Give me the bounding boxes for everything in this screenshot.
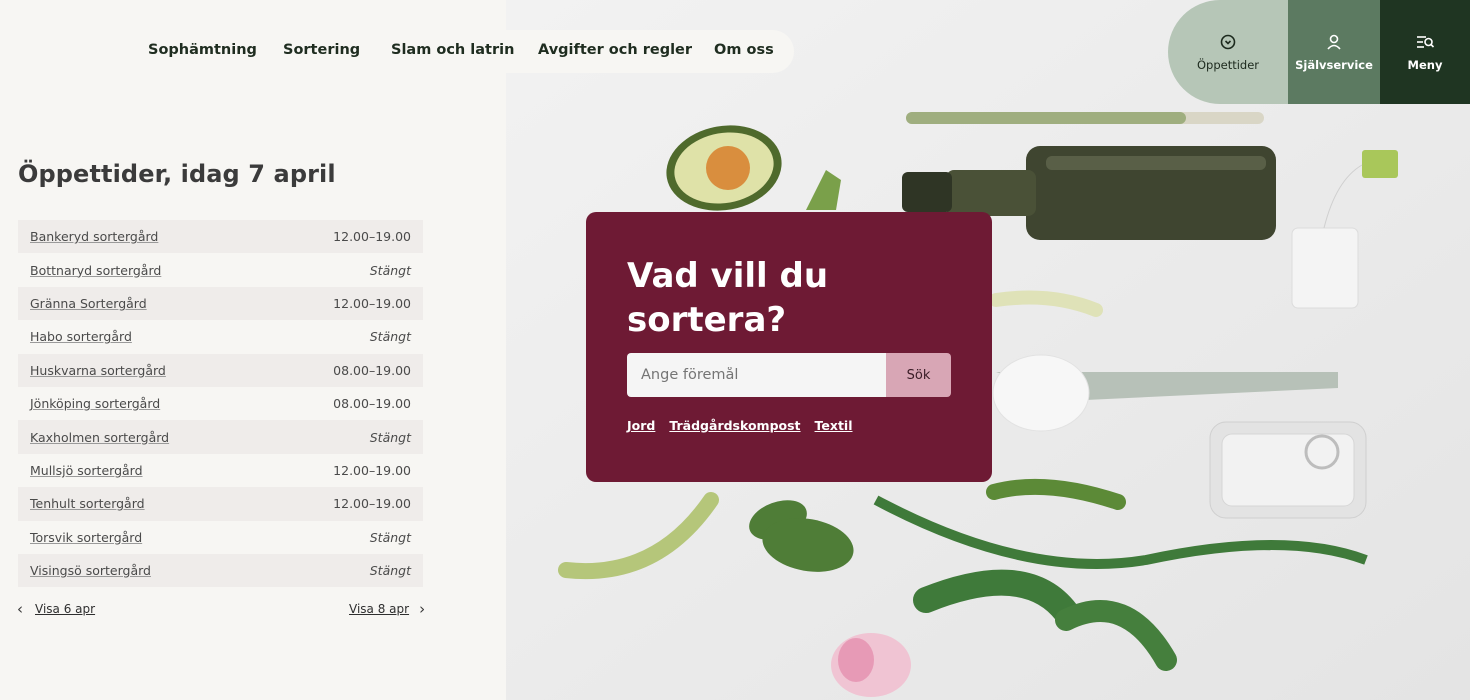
nav-sortering[interactable]: Sortering [283, 42, 360, 58]
previous-day-label: Visa 6 apr [35, 602, 96, 616]
hours-row: Torsvik sortergård Stängt [18, 521, 423, 554]
search-button[interactable]: Sök [886, 353, 951, 397]
opening-hours-button[interactable]: Öppettider [1168, 0, 1288, 104]
site-link[interactable]: Visingsö sortergård [30, 563, 151, 578]
previous-day-link[interactable]: ‹ Visa 6 apr [17, 600, 95, 618]
site-link[interactable]: Kaxholmen sortergård [30, 430, 169, 445]
site-link[interactable]: Habo sortergård [30, 329, 132, 344]
hours-row: Huskvarna sortergård 08.00–19.00 [18, 353, 423, 387]
menu-label: Meny [1407, 58, 1443, 72]
hours-row: Gränna Sortergård 12.00–19.00 [18, 286, 423, 321]
hours-time: 12.00–19.00 [333, 462, 411, 478]
quick-link-tradgardskompost[interactable]: Trädgårdskompost [669, 418, 800, 433]
chevron-right-icon: › [419, 600, 426, 618]
quick-link-jord[interactable]: Jord [627, 418, 655, 433]
nav-sophamtning[interactable]: Sophämtning [148, 42, 257, 58]
site-link[interactable]: Bottnaryd sortergård [30, 263, 161, 278]
site-link[interactable]: Bankeryd sortergård [30, 229, 158, 244]
main-nav: Sophämtning Sortering Slam och latrin Av… [128, 30, 794, 73]
site-link[interactable]: Jönköping sortergård [30, 396, 160, 411]
person-icon [1327, 34, 1341, 50]
sorting-search-card: Vad vill du sortera? Sök Jord Trädgårdsk… [586, 212, 992, 482]
site-link[interactable]: Torsvik sortergård [30, 530, 142, 545]
hours-time: 08.00–19.00 [333, 362, 411, 378]
opening-hours-label: Öppettider [1196, 58, 1260, 72]
hours-row: Tenhult sortergård 12.00–19.00 [18, 487, 423, 521]
hours-time: Stängt [369, 329, 411, 345]
menu-button[interactable]: Meny [1380, 0, 1470, 104]
hours-row: Bottnaryd sortergård Stängt [18, 253, 423, 286]
hours-row: Visingsö sortergård Stängt [18, 553, 423, 588]
nav-avgifter-och-regler[interactable]: Avgifter och regler [538, 42, 692, 58]
self-service-button[interactable]: Självservice [1288, 0, 1380, 104]
search-heading: Vad vill du sortera? [627, 256, 829, 340]
site-link[interactable]: Huskvarna sortergård [30, 363, 166, 378]
search-input[interactable] [627, 353, 887, 397]
menu-search-icon [1417, 36, 1435, 48]
hours-row: Mullsjö sortergård 12.00–19.00 [18, 454, 423, 487]
clock-icon [1220, 34, 1236, 50]
hours-row: Jönköping sortergård 08.00–19.00 [18, 387, 423, 420]
hours-time: 12.00–19.00 [333, 496, 411, 512]
nav-slam-och-latrin[interactable]: Slam och latrin [391, 42, 514, 58]
hours-time: 12.00–19.00 [333, 295, 411, 311]
hours-time: Stängt [369, 262, 411, 278]
asparagus-image [906, 112, 1264, 124]
hours-row: Bankeryd sortergård 12.00–19.00 [18, 220, 423, 254]
hours-row: Habo sortergård Stängt [18, 320, 423, 353]
hours-row: Kaxholmen sortergård Stängt [18, 420, 423, 454]
hours-time: 12.00–19.00 [333, 229, 411, 245]
tin-can-image [1209, 421, 1367, 519]
hours-time: Stängt [369, 529, 411, 545]
hours-time: Stängt [369, 429, 411, 445]
self-service-label: Självservice [1295, 58, 1373, 72]
next-day-link[interactable]: Visa 8 apr › [349, 600, 425, 618]
hours-time: 08.00–19.00 [333, 396, 411, 412]
opening-hours-list: Bankeryd sortergård 12.00–19.00 Bottnaryd… [18, 220, 423, 588]
site-link[interactable]: Tenhult sortergård [30, 496, 145, 511]
quick-link-textil[interactable]: Textil [815, 418, 853, 433]
site-link[interactable]: Gränna Sortergård [30, 296, 147, 311]
chevron-left-icon: ‹ [17, 600, 23, 618]
quick-links: Jord Trädgårdskompost Textil [627, 418, 853, 433]
next-day-label: Visa 8 apr [349, 602, 410, 616]
opening-hours-title: Öppettider, idag 7 april [18, 160, 336, 188]
hours-time: Stängt [369, 563, 411, 579]
nav-om-oss[interactable]: Om oss [714, 42, 774, 58]
site-link[interactable]: Mullsjö sortergård [30, 463, 143, 478]
